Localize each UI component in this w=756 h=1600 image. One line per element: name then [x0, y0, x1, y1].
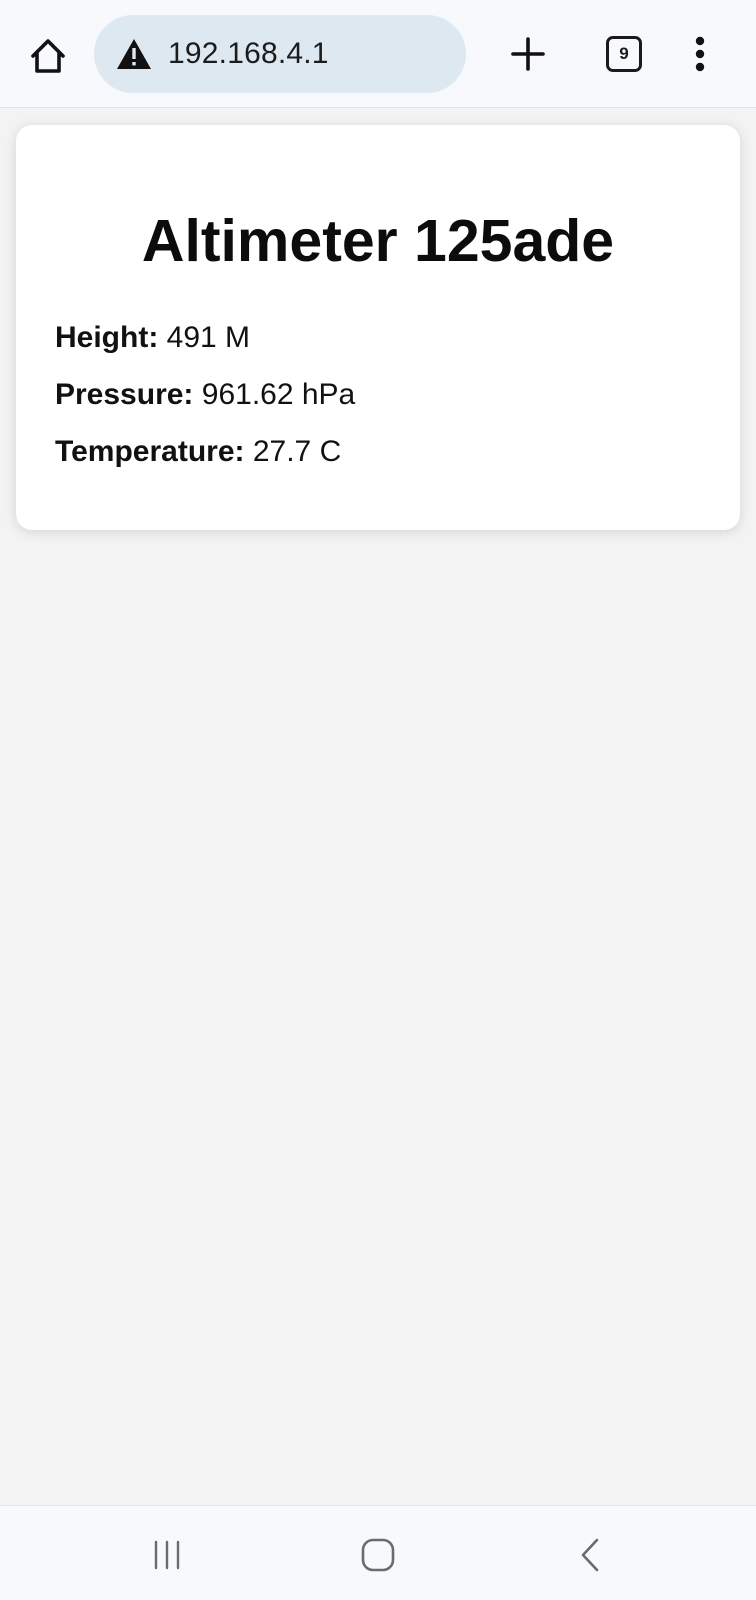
tab-switcher-button[interactable]: 9 [596, 26, 652, 82]
height-reading: Height: 491 M [55, 318, 250, 358]
warning-icon[interactable] [116, 38, 152, 70]
url-text: 192.168.4.1 [168, 37, 329, 70]
temperature-reading: Temperature: 27.7 C [55, 432, 341, 472]
new-tab-button[interactable] [500, 26, 556, 82]
tab-count: 9 [619, 44, 629, 63]
system-navigation-bar [0, 1505, 756, 1600]
plus-icon [511, 37, 545, 71]
tab-switcher-icon: 9 [606, 36, 642, 72]
height-label: Height: [55, 321, 159, 354]
pressure-value: 961.62 hPa [201, 378, 356, 411]
recents-button[interactable] [132, 1524, 202, 1586]
more-menu-button[interactable] [672, 26, 728, 82]
pressure-reading: Pressure: 961.62 hPa [55, 375, 355, 415]
recents-icon [154, 1540, 180, 1570]
circle-home-icon [361, 1538, 395, 1572]
page-title: Altimeter 125ade [141, 208, 615, 274]
home-icon [31, 39, 65, 73]
chevron-left-icon [581, 1538, 599, 1572]
temperature-value: 27.7 C [252, 435, 342, 468]
browser-toolbar: 192.168.4.1 9 [0, 0, 756, 108]
address-bar[interactable]: 192.168.4.1 [94, 15, 466, 93]
system-home-button[interactable] [343, 1524, 413, 1586]
home-button[interactable] [20, 28, 76, 84]
back-button[interactable] [555, 1524, 625, 1586]
more-vertical-icon [695, 36, 705, 72]
height-value: 491 M [166, 321, 251, 354]
temperature-label: Temperature: [55, 435, 245, 468]
pressure-label: Pressure: [55, 378, 194, 411]
